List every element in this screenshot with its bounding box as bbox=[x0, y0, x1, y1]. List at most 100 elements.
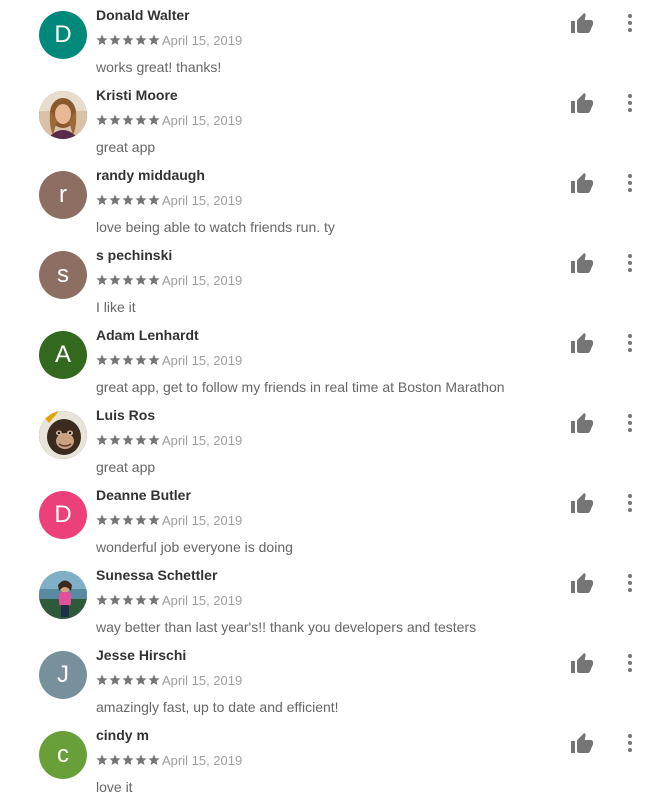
thumbs-up-icon bbox=[571, 733, 593, 753]
star-icon bbox=[109, 274, 121, 285]
helpful-button[interactable] bbox=[570, 92, 594, 116]
star-rating bbox=[96, 354, 160, 366]
thumbs-up-icon bbox=[571, 413, 593, 433]
helpful-button[interactable] bbox=[570, 412, 594, 436]
star-icon bbox=[148, 594, 160, 605]
star-icon bbox=[122, 114, 134, 125]
star-rating bbox=[96, 514, 160, 526]
thumbs-up-icon bbox=[571, 493, 593, 513]
review-menu-button[interactable] bbox=[620, 331, 640, 355]
review-date: April 15, 2019 bbox=[162, 592, 243, 608]
avatar-initial: D bbox=[54, 501, 72, 528]
helpful-button[interactable] bbox=[570, 732, 594, 756]
review-menu-button[interactable] bbox=[620, 11, 640, 35]
review-date: April 15, 2019 bbox=[162, 352, 243, 368]
avatar[interactable]: D bbox=[39, 491, 87, 539]
avatar-initial: s bbox=[57, 261, 69, 288]
star-icon bbox=[148, 514, 160, 525]
more-vertical-icon bbox=[628, 734, 632, 752]
rating-row: April 15, 2019 bbox=[96, 32, 242, 48]
star-icon bbox=[122, 434, 134, 445]
more-vertical-icon bbox=[628, 334, 632, 352]
thumbs-up-icon bbox=[571, 333, 593, 353]
review-text: works great! thanks! bbox=[96, 59, 222, 75]
review-menu-button[interactable] bbox=[620, 171, 640, 195]
star-icon bbox=[96, 354, 108, 365]
review-menu-button[interactable] bbox=[620, 571, 640, 595]
star-icon bbox=[135, 434, 147, 445]
avatar[interactable]: r bbox=[39, 171, 87, 219]
star-icon bbox=[135, 274, 147, 285]
helpful-button[interactable] bbox=[570, 332, 594, 356]
star-icon bbox=[122, 594, 134, 605]
helpful-button[interactable] bbox=[570, 12, 594, 36]
rating-row: April 15, 2019 bbox=[96, 352, 242, 368]
review-text: way better than last year's!! thank you … bbox=[96, 619, 477, 635]
review-item: s s pechinski April 15, 2019 I like it bbox=[0, 240, 671, 320]
more-vertical-icon bbox=[628, 94, 632, 112]
avatar[interactable] bbox=[39, 571, 87, 619]
star-rating bbox=[96, 274, 160, 286]
helpful-button[interactable] bbox=[570, 492, 594, 516]
avatar-photo bbox=[39, 571, 87, 619]
helpful-button[interactable] bbox=[570, 572, 594, 596]
author-name: Sunessa Schettler bbox=[96, 567, 218, 583]
star-icon bbox=[109, 674, 121, 685]
star-icon bbox=[122, 354, 134, 365]
review-date: April 15, 2019 bbox=[162, 512, 243, 528]
star-icon bbox=[135, 674, 147, 685]
review-menu-button[interactable] bbox=[620, 411, 640, 435]
star-icon bbox=[109, 754, 121, 765]
review-item: c cindy m April 15, 2019 love it bbox=[0, 720, 671, 800]
review-text: I like it bbox=[96, 299, 136, 315]
avatar[interactable] bbox=[39, 91, 87, 139]
avatar[interactable]: s bbox=[39, 251, 87, 299]
star-icon bbox=[96, 34, 108, 45]
avatar[interactable]: c bbox=[39, 731, 87, 779]
star-icon bbox=[122, 754, 134, 765]
thumbs-up-icon bbox=[571, 173, 593, 193]
star-icon bbox=[109, 34, 121, 45]
review-menu-button[interactable] bbox=[620, 91, 640, 115]
avatar[interactable]: A bbox=[39, 331, 87, 379]
helpful-button[interactable] bbox=[570, 252, 594, 276]
helpful-button[interactable] bbox=[570, 652, 594, 676]
review-menu-button[interactable] bbox=[620, 651, 640, 675]
avatar[interactable] bbox=[39, 411, 87, 459]
star-rating bbox=[96, 194, 160, 206]
more-vertical-icon bbox=[628, 574, 632, 592]
review-item: Luis Ros April 15, 2019 great app bbox=[0, 400, 671, 480]
star-icon bbox=[109, 434, 121, 445]
avatar[interactable]: D bbox=[39, 11, 87, 59]
star-icon bbox=[135, 354, 147, 365]
star-icon bbox=[148, 434, 160, 445]
review-date: April 15, 2019 bbox=[162, 32, 243, 48]
author-name: Luis Ros bbox=[96, 407, 156, 423]
avatar-photo bbox=[39, 411, 87, 459]
star-icon bbox=[96, 674, 108, 685]
helpful-button[interactable] bbox=[570, 172, 594, 196]
star-icon bbox=[109, 514, 121, 525]
star-icon bbox=[109, 194, 121, 205]
rating-row: April 15, 2019 bbox=[96, 672, 242, 688]
review-menu-button[interactable] bbox=[620, 491, 640, 515]
author-name: cindy m bbox=[96, 727, 149, 743]
review-date: April 15, 2019 bbox=[162, 272, 243, 288]
review-date: April 15, 2019 bbox=[162, 432, 243, 448]
author-name: Donald Walter bbox=[96, 7, 190, 23]
star-icon bbox=[122, 514, 134, 525]
star-icon bbox=[122, 194, 134, 205]
avatar-initial: J bbox=[57, 661, 69, 688]
rating-row: April 15, 2019 bbox=[96, 192, 242, 208]
review-item: D Deanne Butler April 15, 2019 wonderful jo… bbox=[0, 480, 671, 560]
review-menu-button[interactable] bbox=[620, 731, 640, 755]
avatar[interactable]: J bbox=[39, 651, 87, 699]
star-icon bbox=[148, 194, 160, 205]
avatar-initial: c bbox=[57, 741, 69, 768]
star-icon bbox=[96, 594, 108, 605]
star-icon bbox=[96, 434, 108, 445]
review-item: Kristi Moore April 15, 2019 great app bbox=[0, 80, 671, 160]
review-menu-button[interactable] bbox=[620, 251, 640, 275]
avatar-initial: r bbox=[59, 181, 67, 208]
avatar-initial: D bbox=[54, 21, 72, 48]
